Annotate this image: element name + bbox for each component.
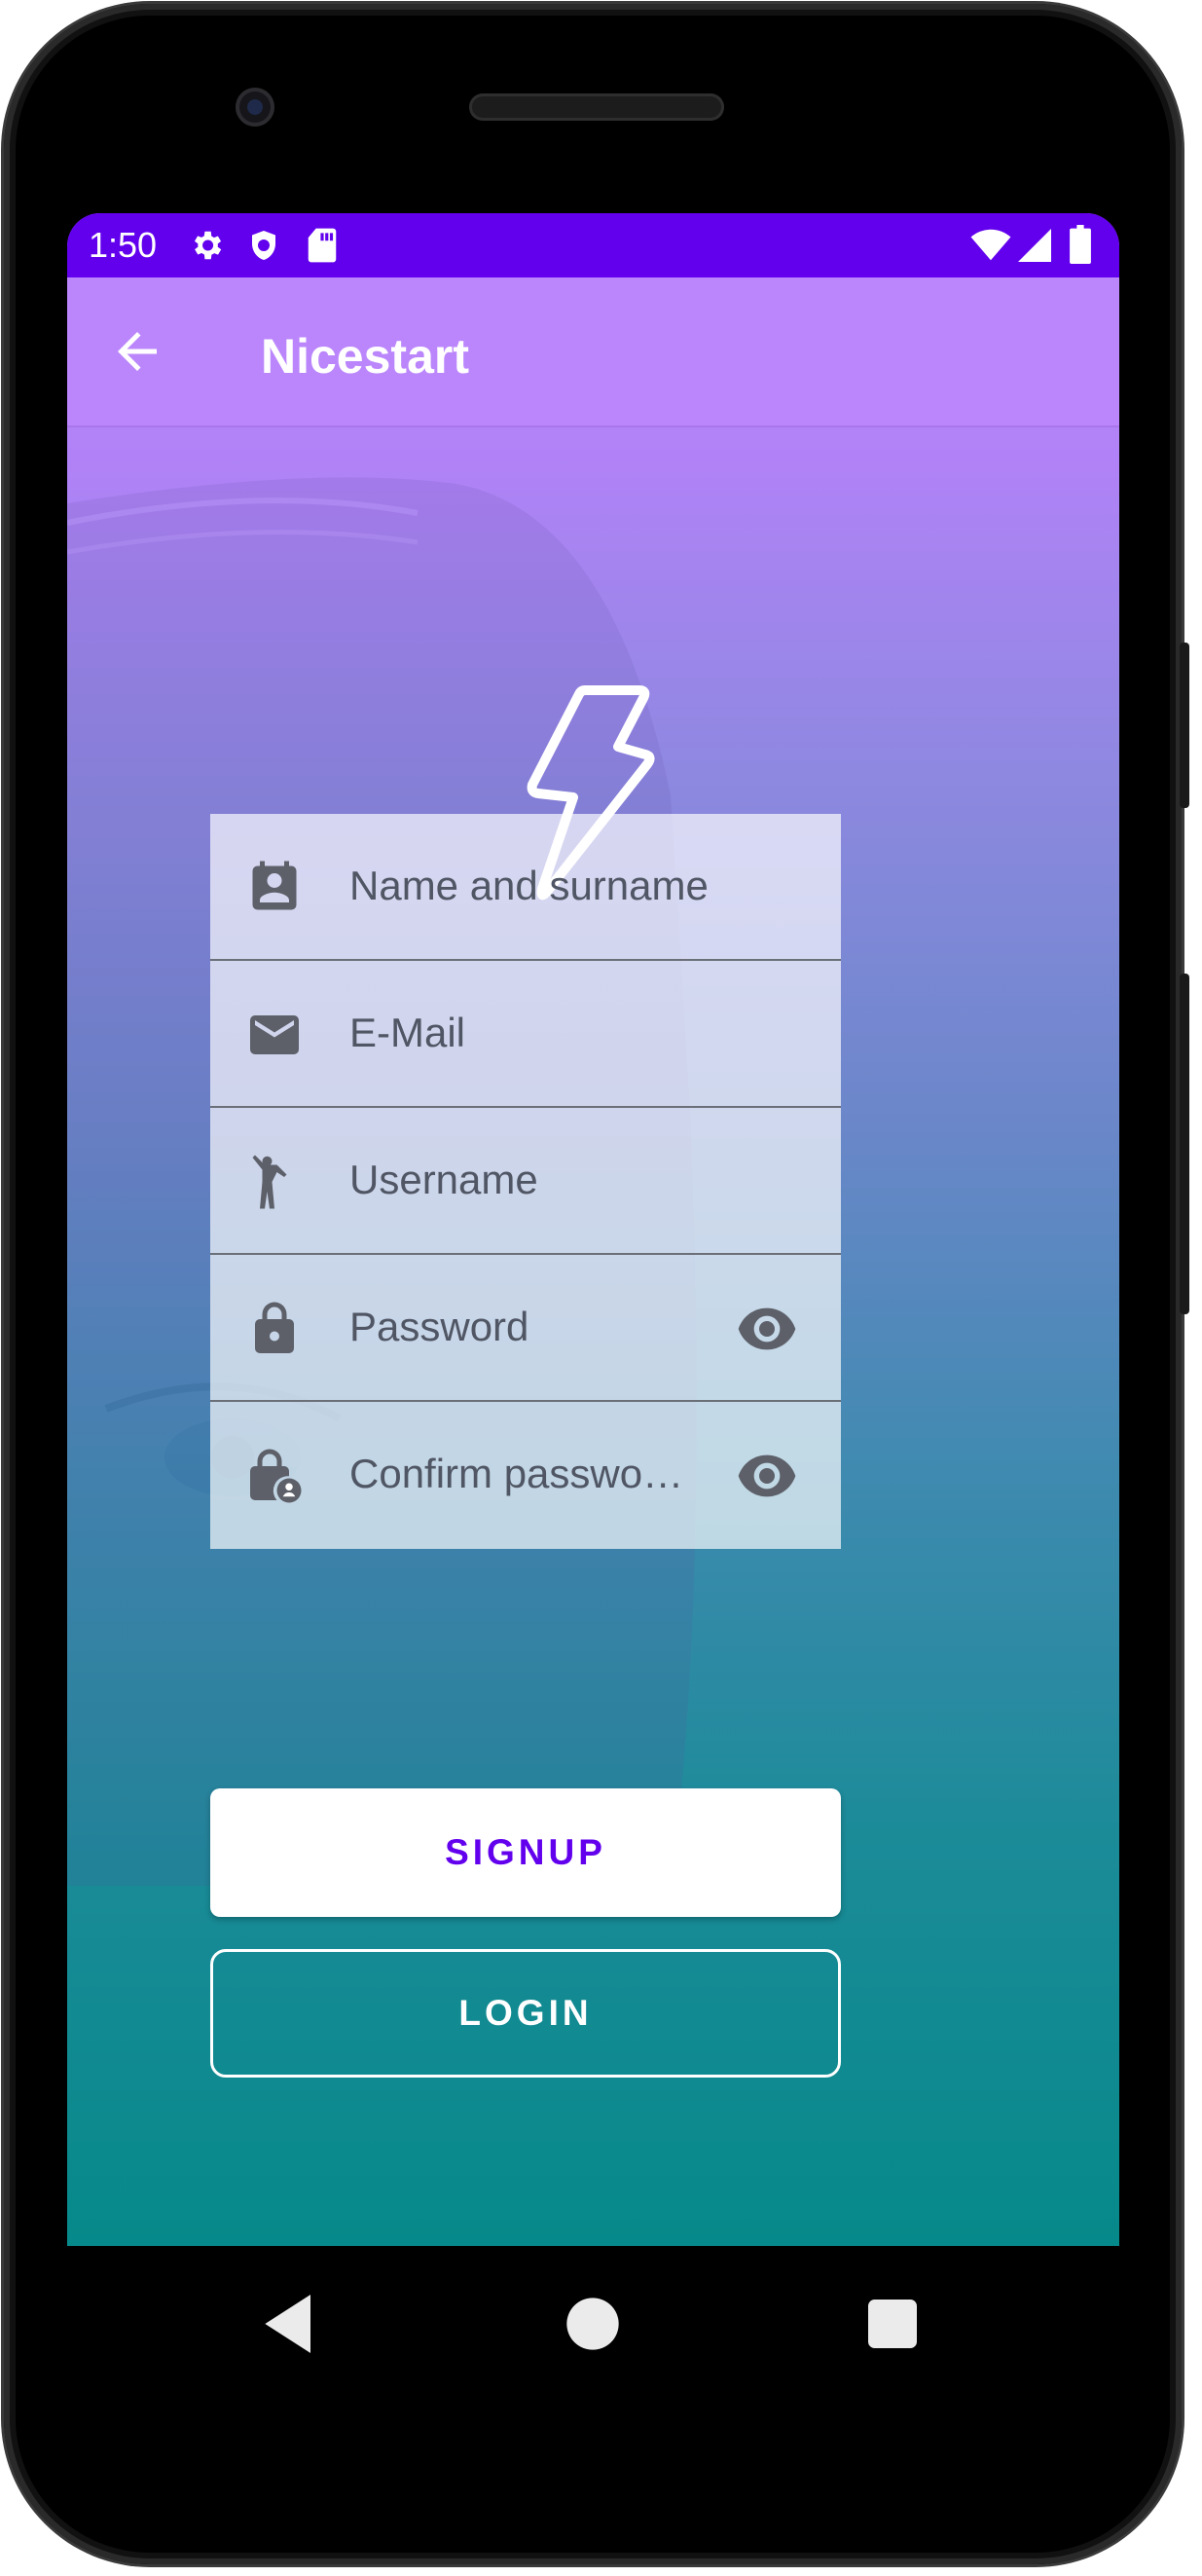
battery-icon	[1070, 225, 1091, 264]
eye-icon[interactable]	[736, 1304, 798, 1354]
shield-icon	[252, 231, 275, 260]
front-camera	[236, 88, 274, 127]
password-field-label: Password	[349, 1304, 529, 1349]
mail-icon	[250, 1015, 299, 1054]
status-time: 1:50	[89, 225, 158, 265]
wifi-icon	[970, 229, 1011, 261]
volume-button	[1180, 643, 1189, 808]
email-field-label: E-Mail	[349, 1010, 466, 1055]
username-field-label: Username	[349, 1157, 538, 1202]
home-circle-icon[interactable]	[554, 2285, 632, 2363]
person-waving-icon	[252, 1155, 287, 1209]
arrow-back-icon[interactable]	[108, 322, 166, 381]
system-navigation-bar	[67, 2246, 1119, 2402]
password-field[interactable]: Password	[210, 1255, 841, 1402]
login-button[interactable]: LOGIN	[210, 1949, 841, 2078]
contact-card-icon	[252, 861, 297, 910]
name-field-label: Name and surname	[349, 863, 709, 908]
confirm-password-field[interactable]: Confirm passwo…	[210, 1402, 841, 1549]
confirm-password-field-label: Confirm passwo…	[349, 1451, 684, 1496]
signup-button[interactable]: SIGNUP	[210, 1788, 841, 1917]
cell-signal-icon	[1018, 229, 1051, 262]
earpiece-speaker	[469, 93, 724, 121]
lock-person-icon	[250, 1449, 302, 1503]
page-title: Nicestart	[261, 329, 469, 384]
signup-form: Name and surname E-Mail Username Passwor…	[210, 814, 841, 1549]
back-triangle-icon[interactable]	[252, 2285, 330, 2363]
app-bar: Nicestart	[67, 277, 1119, 427]
name-field[interactable]: Name and surname	[210, 814, 841, 961]
power-button	[1180, 974, 1189, 1314]
lock-icon	[255, 1302, 294, 1353]
status-bar: 1:50	[67, 213, 1119, 277]
sd-card-icon	[308, 228, 337, 263]
email-field[interactable]: E-Mail	[210, 961, 841, 1108]
gear-icon	[194, 231, 222, 260]
recents-square-icon[interactable]	[854, 2285, 931, 2363]
eye-icon[interactable]	[736, 1451, 798, 1501]
username-field[interactable]: Username	[210, 1108, 841, 1255]
